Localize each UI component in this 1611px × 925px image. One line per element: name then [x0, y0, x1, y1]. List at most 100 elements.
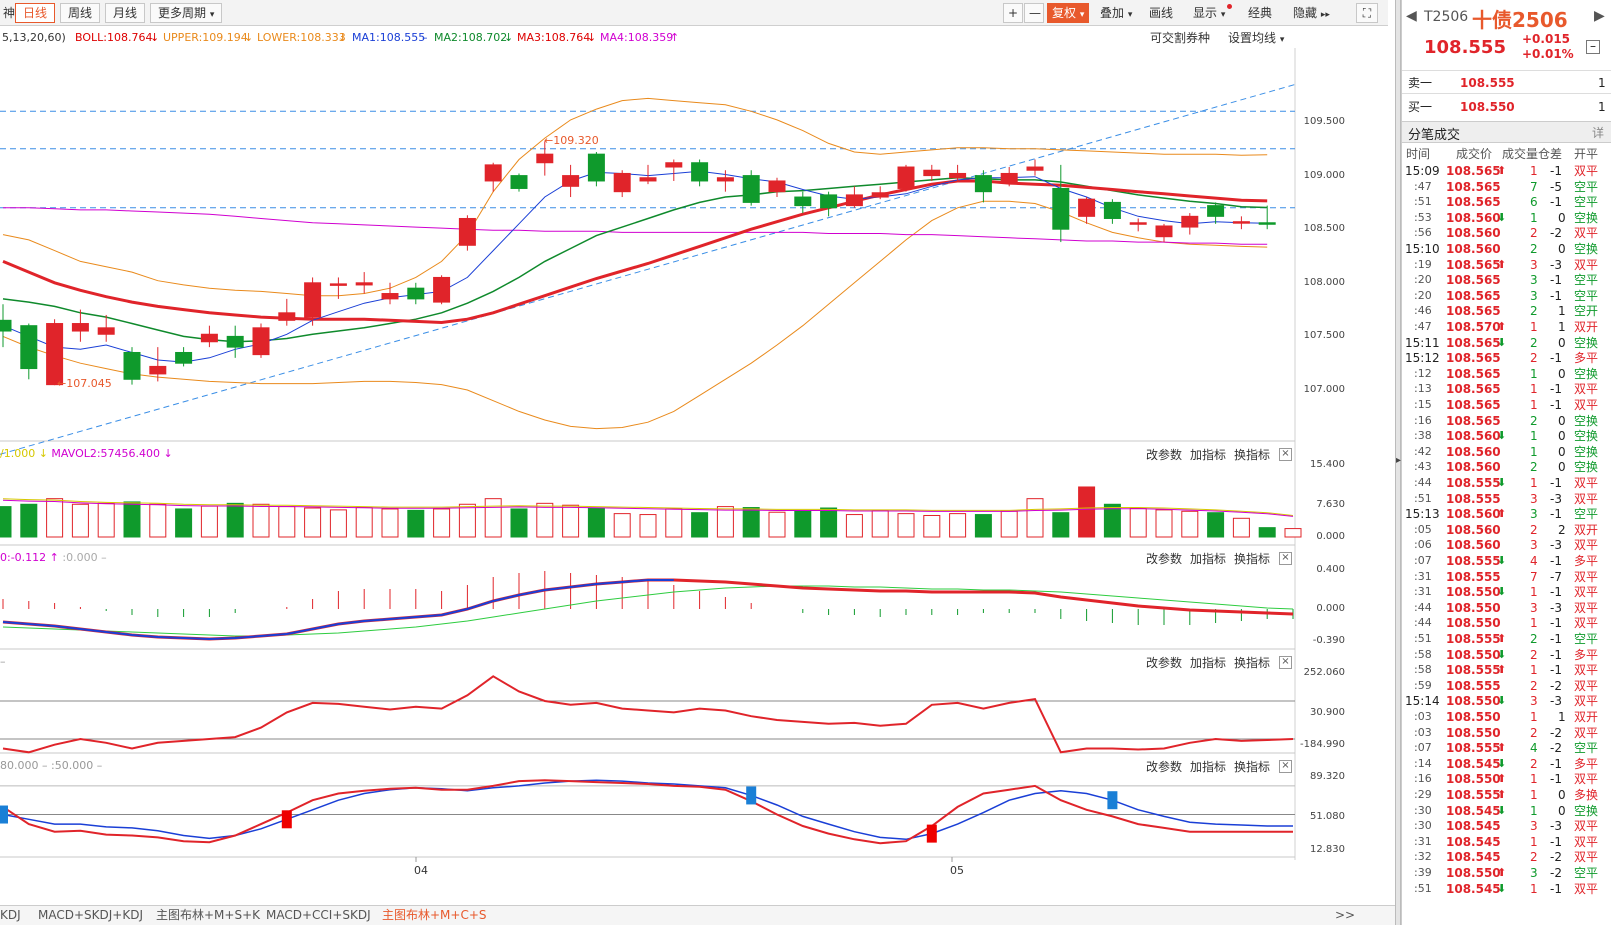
- mavol2-line: [2, 499, 1294, 517]
- minimize-icon[interactable]: –: [1586, 40, 1600, 54]
- cci-tick: -184.990: [1300, 739, 1345, 750]
- trade-price: 108.545: [1446, 756, 1501, 771]
- quote-header: ◀ T2506 十债2506 ▶: [1402, 0, 1611, 36]
- volume-bar: [1000, 510, 1018, 538]
- arrow-down-icon: ↓: [244, 31, 254, 44]
- edit-params-link[interactable]: 改参数: [1146, 758, 1182, 775]
- trade-open-close: 双平: [1574, 772, 1599, 787]
- fullscreen-icon[interactable]: ⛶: [1356, 3, 1378, 23]
- volume-bar: [510, 508, 528, 538]
- hide-button[interactable]: 隐藏 ▸▸: [1288, 3, 1335, 23]
- arrow-down-icon: ↓: [150, 31, 160, 44]
- tab-weekly[interactable]: 周线: [60, 3, 101, 23]
- trade-oi-change: -1: [1550, 632, 1562, 646]
- next-contract-icon[interactable]: ▶: [1594, 8, 1605, 24]
- trade-time: :12: [1414, 366, 1432, 380]
- chevron-down-icon: ▾: [1079, 10, 1085, 20]
- trade-row: :31 108.545 1 -1 双平: [1402, 834, 1611, 850]
- candle-body: [20, 325, 38, 370]
- close-icon[interactable]: ×: [1279, 656, 1292, 669]
- draw-line-button[interactable]: 画线: [1144, 3, 1178, 23]
- trade-volume: 1: [1530, 616, 1538, 631]
- classic-button[interactable]: 经典: [1243, 3, 1277, 23]
- switch-indicator-link[interactable]: 换指标: [1234, 654, 1270, 671]
- ma2-line: [2, 176, 1268, 343]
- y-tick: 109.500: [1303, 116, 1345, 127]
- scroll-right-icon[interactable]: >>: [1335, 906, 1355, 925]
- trade-volume: 1: [1530, 834, 1538, 849]
- trade-open-close: 双平: [1574, 398, 1599, 412]
- prev-contract-icon[interactable]: ◀: [1406, 8, 1417, 24]
- chart-canvas[interactable]: [0, 48, 1395, 883]
- trade-open-close: 双开: [1574, 522, 1599, 537]
- template-tab-macd-cci-skdj[interactable]: MACD+CCI+SKDJ: [266, 906, 371, 925]
- zoom-out-button[interactable]: —: [1024, 3, 1044, 23]
- tab-more-periods[interactable]: 更多周期 ▾: [150, 3, 223, 23]
- volume-bar: [665, 508, 683, 538]
- detail-button[interactable]: 详: [1592, 124, 1604, 141]
- trade-time: :56: [1414, 226, 1432, 240]
- edit-params-link[interactable]: 改参数: [1146, 550, 1182, 567]
- kdj-signal-marker: [1107, 791, 1118, 810]
- trade-oi-change: 0: [1558, 429, 1566, 444]
- trade-open-close: 多平: [1574, 351, 1599, 366]
- add-indicator-link[interactable]: 加指标: [1190, 446, 1226, 463]
- trade-open-close: 双平: [1574, 257, 1599, 272]
- template-tab-boll-m-s-k[interactable]: 主图布林+M+S+K: [156, 906, 260, 925]
- add-indicator-link[interactable]: 加指标: [1190, 550, 1226, 567]
- candle-body: [691, 162, 709, 182]
- candle-body: [974, 175, 992, 193]
- trade-oi-change: -2: [1550, 850, 1562, 865]
- more-periods-label: 更多周期: [158, 6, 207, 20]
- trade-open-close: 空换: [1574, 803, 1599, 818]
- deliverable-bonds-link[interactable]: 可交割券种: [1150, 28, 1210, 48]
- bid-price: 108.550: [1460, 100, 1515, 114]
- restore-rights-button[interactable]: 复权 ▾: [1047, 3, 1090, 23]
- trade-time: 15:11: [1405, 335, 1440, 350]
- trade-volume: 1: [1530, 710, 1538, 724]
- tab-monthly[interactable]: 月线: [105, 3, 146, 23]
- template-tab-macd-skdj-kdj[interactable]: MACD+SKDJ+KDJ: [38, 906, 143, 925]
- tab-daily[interactable]: 日线: [15, 3, 56, 23]
- switch-indicator-link[interactable]: 换指标: [1234, 550, 1270, 567]
- candle-body: [587, 153, 605, 182]
- add-indicator-link[interactable]: 加指标: [1190, 758, 1226, 775]
- close-icon[interactable]: ×: [1279, 552, 1292, 565]
- display-button[interactable]: 显示 ▾: [1188, 3, 1237, 23]
- volume-bar: [1207, 512, 1225, 538]
- overlay-button[interactable]: 叠加 ▾: [1095, 3, 1137, 23]
- trade-volume: 1: [1530, 772, 1538, 787]
- set-ma-link[interactable]: 设置均线 ▾: [1228, 28, 1284, 50]
- volume-bar: [974, 514, 992, 538]
- trade-row: :31 108.555 7 -7 双平: [1402, 569, 1611, 585]
- close-icon[interactable]: ×: [1279, 760, 1292, 773]
- trade-open-close: 空平: [1574, 273, 1599, 288]
- edit-params-link[interactable]: 改参数: [1146, 446, 1182, 463]
- volume-bar: [123, 501, 141, 538]
- candle-body: [613, 172, 631, 193]
- template-tab-kdj[interactable]: KDJ: [0, 906, 21, 925]
- switch-indicator-link[interactable]: 换指标: [1234, 758, 1270, 775]
- chevron-down-icon: ▾: [1127, 10, 1133, 20]
- kdj-tick: 89.320: [1310, 771, 1345, 782]
- trade-open-close: 双开: [1574, 710, 1599, 724]
- high-annotation: ←109.320: [544, 134, 599, 147]
- template-tab-boll-m-c-s[interactable]: 主图布林+M+C+S: [382, 906, 487, 925]
- close-icon[interactable]: ×: [1279, 448, 1292, 461]
- trade-volume: 1: [1530, 444, 1538, 459]
- trade-row: :59 108.555 2 -2 双平: [1402, 678, 1611, 694]
- volume-bar: [71, 503, 89, 538]
- trade-price: 108.550: [1446, 616, 1501, 631]
- add-indicator-link[interactable]: 加指标: [1190, 654, 1226, 671]
- switch-indicator-link[interactable]: 换指标: [1234, 446, 1270, 463]
- volume-bar: [46, 498, 64, 538]
- ask-volume: 1: [1598, 76, 1606, 90]
- ma3-line: [2, 179, 1268, 325]
- candle-body: [381, 293, 399, 300]
- macd-dif-highlight: [2, 579, 674, 641]
- arrow-down-icon: ⬇: [1497, 335, 1507, 349]
- zoom-in-button[interactable]: +: [1003, 3, 1023, 23]
- trade-open-close: 空平: [1574, 632, 1599, 646]
- col-volume: 成交量: [1502, 147, 1539, 161]
- edit-params-link[interactable]: 改参数: [1146, 654, 1182, 671]
